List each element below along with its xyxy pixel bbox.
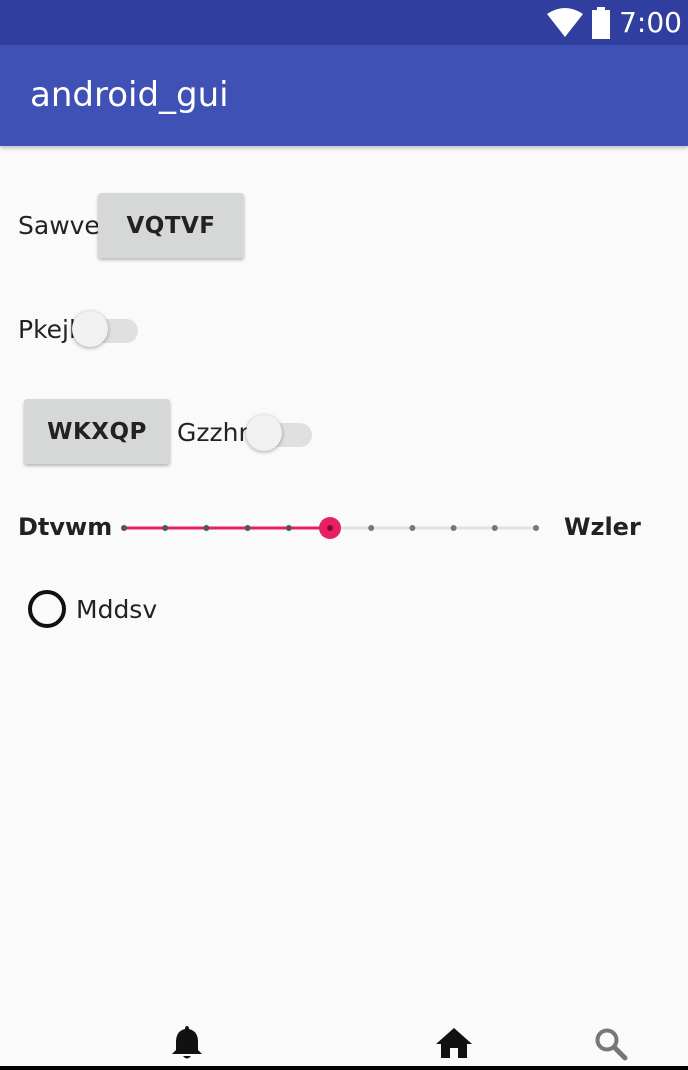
search-icon[interactable]	[594, 1027, 628, 1061]
gzzhn-switch[interactable]	[246, 412, 314, 452]
wkxqp-button[interactable]: WKXQP	[24, 399, 170, 464]
seekbar-tick	[491, 525, 498, 531]
bell-icon[interactable]	[170, 1024, 204, 1060]
pkejl-switch[interactable]	[72, 308, 140, 348]
app-title: android_gui	[30, 75, 229, 115]
switch-thumb	[72, 311, 108, 347]
sawve-label: Sawve	[18, 211, 100, 240]
home-icon[interactable]	[435, 1026, 473, 1060]
seekbar-tick	[285, 525, 292, 531]
seekbar-tick	[162, 525, 169, 531]
seekbar-tick	[203, 525, 210, 531]
switch-thumb	[246, 415, 282, 451]
bottom-navigation	[0, 1026, 688, 1070]
seekbar-tick	[244, 525, 251, 531]
status-time: 7:00	[619, 6, 682, 39]
status-bar: 7:00	[0, 0, 688, 45]
nav-bar-edge	[0, 1066, 688, 1070]
seekbar-tick	[368, 525, 375, 531]
seekbar-tick	[121, 525, 127, 531]
mddsv-label: Mddsv	[76, 595, 158, 624]
gzzhn-label: Gzzhn	[177, 418, 255, 447]
wzler-label: Wzler	[564, 513, 641, 541]
seekbar-tick	[409, 525, 416, 531]
vqtvf-button[interactable]: VQTVF	[98, 193, 244, 258]
status-icons: 7:00	[547, 0, 682, 45]
seekbar[interactable]	[118, 510, 542, 546]
wifi-icon	[547, 7, 584, 37]
seekbar-thumb-center	[327, 525, 333, 531]
pkejl-label: Pkejl	[18, 315, 76, 344]
mddsv-radio[interactable]	[28, 590, 66, 628]
seekbar-tick	[450, 525, 457, 531]
seekbar-tick	[533, 525, 539, 531]
battery-icon	[592, 6, 611, 39]
dtvwm-label: Dtvwm	[18, 513, 113, 541]
app-bar: android_gui	[0, 45, 688, 146]
